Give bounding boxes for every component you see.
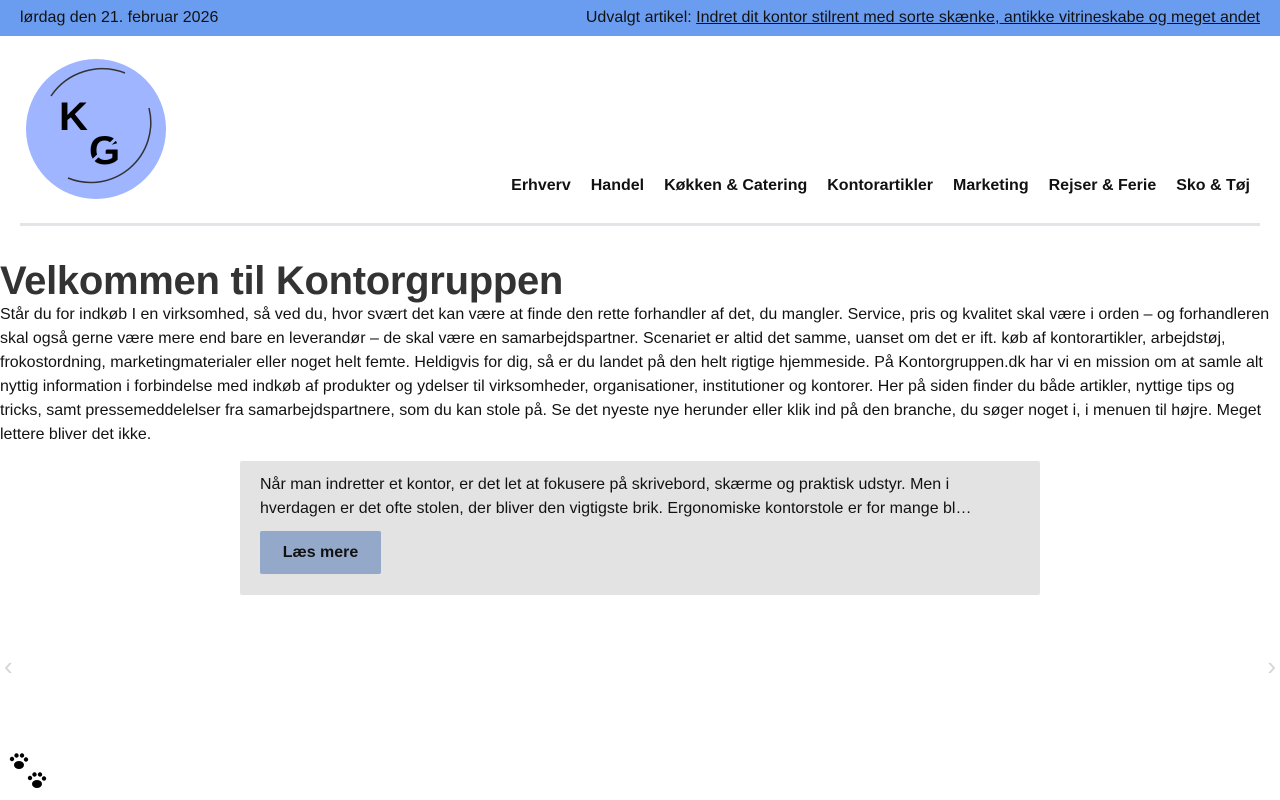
article-excerpt: Når man indretter et kontor, er det let … bbox=[260, 476, 972, 517]
paw-prints-icon[interactable] bbox=[8, 752, 50, 792]
logo-letter-k: K bbox=[59, 95, 88, 139]
nav-item-koekken-catering[interactable]: Køkken & Catering bbox=[664, 177, 807, 195]
article-slider: ‹ Når man indretter et kontor, er det le… bbox=[0, 461, 1280, 701]
page-title: Velkommen til Kontorgruppen bbox=[0, 259, 564, 303]
site-logo[interactable]: K G bbox=[25, 58, 167, 200]
nav-item-marketing[interactable]: Marketing bbox=[953, 177, 1029, 195]
featured-article: Udvalgt artikel: Indret dit kontor stilr… bbox=[586, 9, 1260, 27]
nav-item-sko-toej[interactable]: Sko & Tøj bbox=[1176, 177, 1250, 195]
main-nav: Erhverv Handel Køkken & Catering Kontora… bbox=[511, 177, 1250, 195]
chevron-left-icon[interactable]: ‹ bbox=[4, 653, 13, 679]
article-card: Når man indretter et kontor, er det let … bbox=[240, 461, 1040, 595]
nav-item-erhverv[interactable]: Erhverv bbox=[511, 177, 571, 195]
nav-item-rejser-ferie[interactable]: Rejser & Ferie bbox=[1049, 177, 1157, 195]
read-more-button[interactable]: Læs mere bbox=[260, 531, 381, 574]
top-bar: lørdag den 21. februar 2026 Udvalgt arti… bbox=[0, 0, 1280, 36]
featured-label: Udvalgt artikel: bbox=[585, 9, 692, 26]
nav-item-kontorartikler[interactable]: Kontorartikler bbox=[827, 177, 933, 195]
current-date: lørdag den 21. februar 2026 bbox=[20, 9, 219, 26]
chevron-right-icon[interactable]: › bbox=[1267, 653, 1276, 679]
nav-item-handel[interactable]: Handel bbox=[591, 177, 644, 195]
site-header: K G Erhverv Handel Køkken & Catering Kon… bbox=[20, 36, 1260, 226]
intro-text: Står du for indkøb I en virksomhed, så v… bbox=[0, 306, 1270, 443]
featured-article-link[interactable]: Indret dit kontor stilrent med sorte skæ… bbox=[696, 9, 1260, 26]
